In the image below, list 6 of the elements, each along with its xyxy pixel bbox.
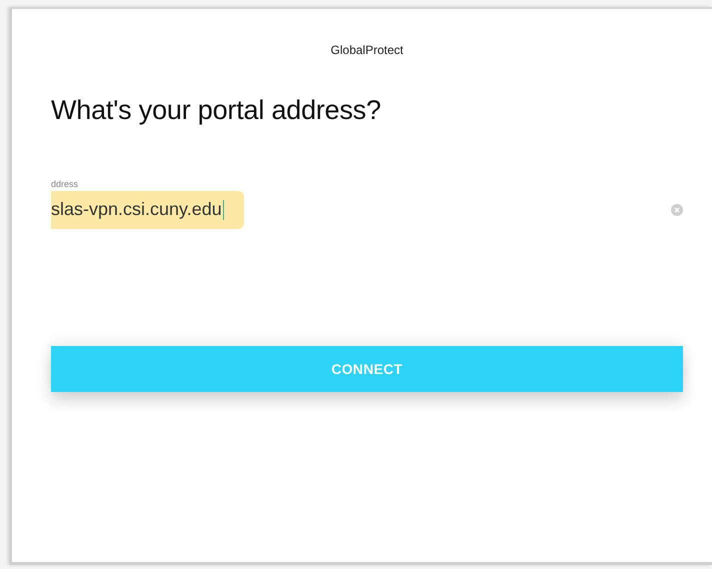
heading: What's your portal address? xyxy=(51,95,382,126)
address-field[interactable]: slas-vpn.csi.cuny.edu xyxy=(51,191,244,229)
window-title: GlobalProtect xyxy=(330,45,404,55)
text-cursor xyxy=(222,200,224,220)
field-label: ddress xyxy=(51,179,80,189)
clear-icon[interactable] xyxy=(671,204,683,216)
